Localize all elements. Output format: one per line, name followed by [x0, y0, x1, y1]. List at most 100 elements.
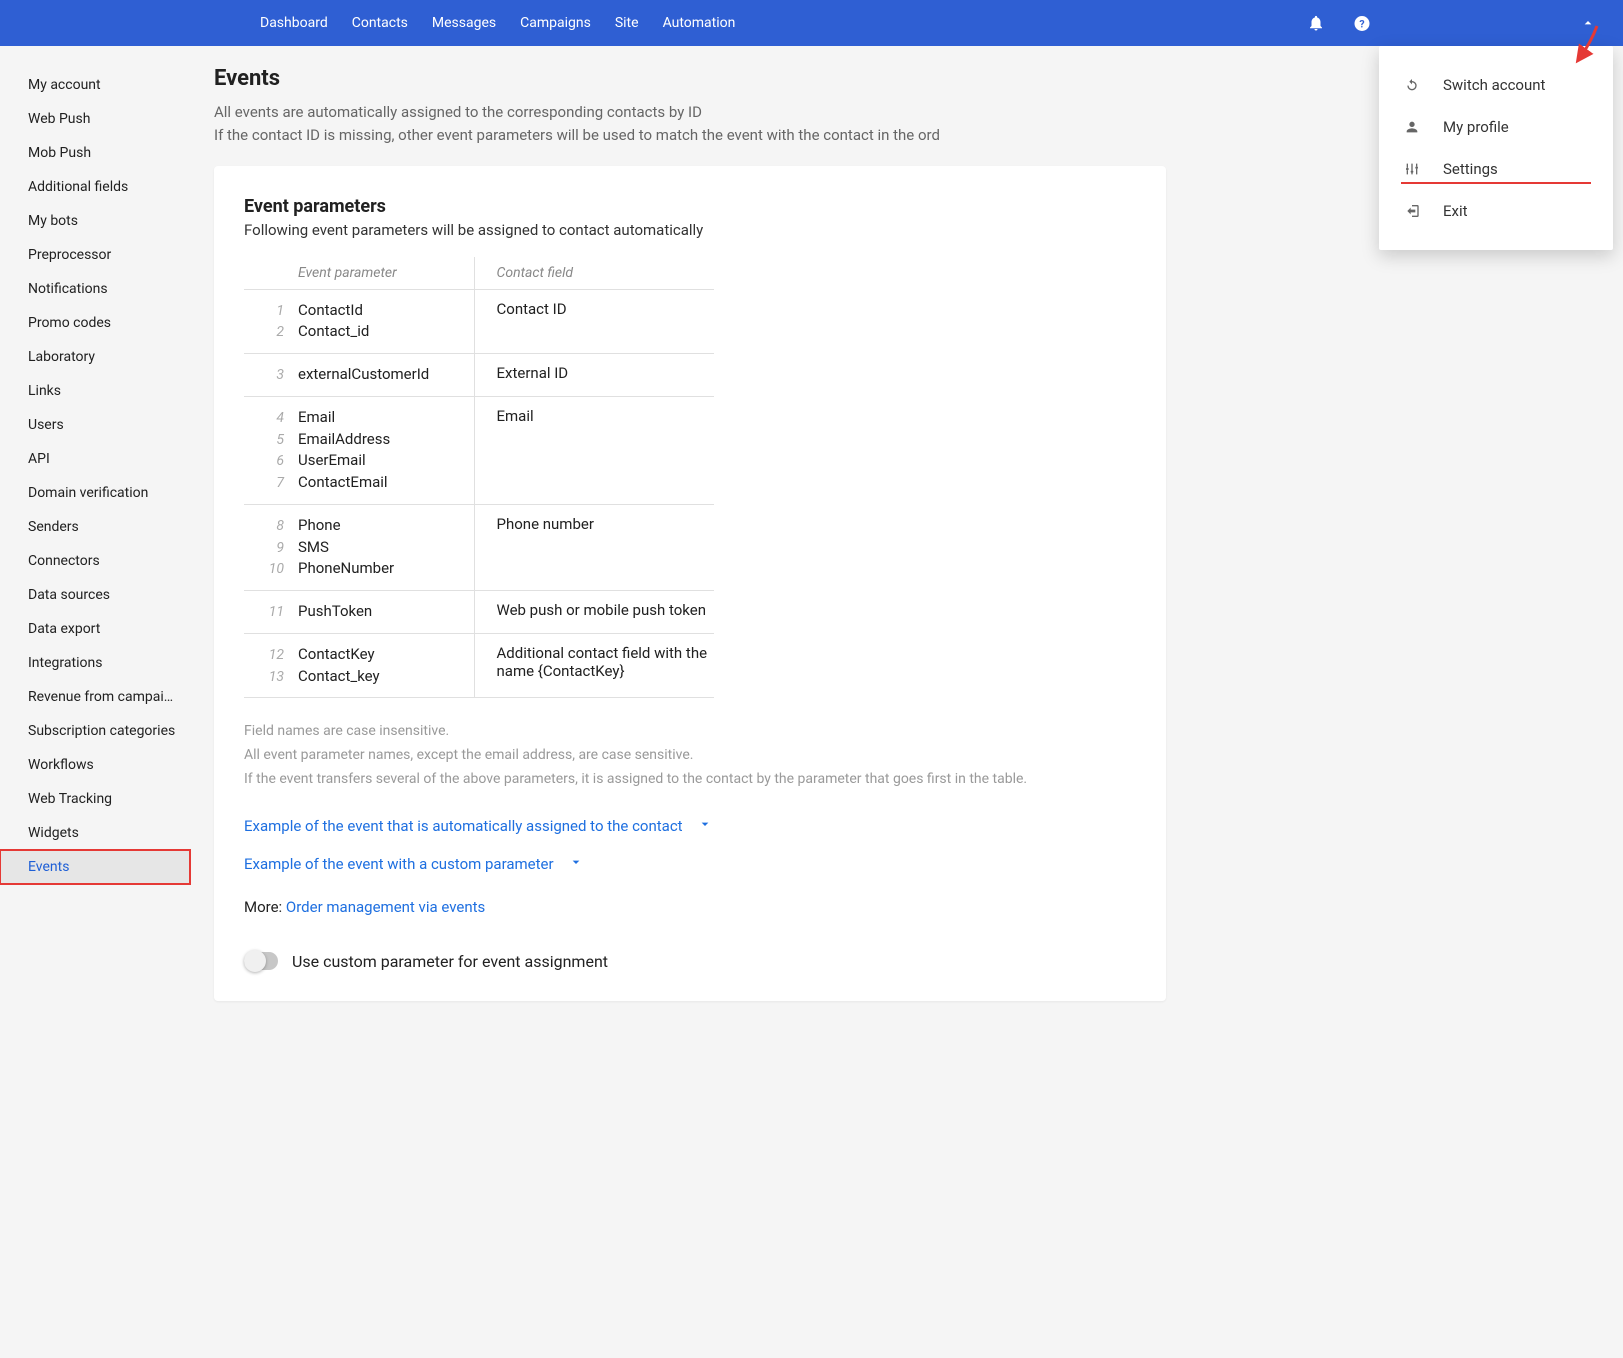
sidebar-item-events[interactable]: Events — [0, 850, 190, 884]
top-nav: Dashboard Contacts Messages Campaigns Site Au… — [0, 0, 1623, 46]
table-row: 3externalCustomerIdExternal ID — [244, 354, 714, 397]
custom-parameter-toggle-row: Use custom parameter for event assignmen… — [244, 952, 1136, 971]
row-index: 9 — [244, 538, 284, 558]
sidebar-item-web-tracking[interactable]: Web Tracking — [0, 782, 190, 816]
event-parameter-name: SMS — [298, 537, 329, 559]
note-text: Field names are case insensitive. — [244, 720, 1136, 744]
custom-parameter-toggle[interactable] — [244, 952, 278, 970]
event-parameter-cell: 4Email5EmailAddress6UserEmail7ContactEma… — [244, 396, 474, 504]
account-dropdown: Switch account My profile Settings Exit — [1379, 46, 1613, 250]
event-parameter-name: ContactKey — [298, 644, 375, 666]
help-icon[interactable]: ? — [1353, 14, 1371, 32]
sidebar-item-subscription-categories[interactable]: Subscription categories — [0, 714, 190, 748]
sidebar-item-revenue-from-campaig[interactable]: Revenue from campaig… — [0, 680, 190, 714]
bell-icon[interactable] — [1307, 14, 1325, 32]
table-row: 8Phone9SMS10PhoneNumberPhone number — [244, 504, 714, 590]
event-parameter-name: Contact_key — [298, 666, 380, 688]
event-parameters-table: Event parameter Contact field 1ContactId… — [244, 257, 714, 699]
nav-link-site[interactable]: Site — [615, 15, 639, 31]
row-index: 11 — [244, 602, 284, 622]
dropdown-item-label: Exit — [1443, 202, 1468, 220]
card-title: Event parameters — [244, 196, 1136, 217]
annotation-underline — [1401, 182, 1591, 184]
accordion-label: Example of the event that is automatical… — [244, 817, 683, 835]
dropdown-item-label: Switch account — [1443, 76, 1545, 94]
sidebar-item-web-push[interactable]: Web Push — [0, 102, 190, 136]
contact-field-cell: Phone number — [474, 504, 714, 590]
note-text: If the event transfers several of the ab… — [244, 768, 1136, 792]
sidebar-item-preprocessor[interactable]: Preprocessor — [0, 238, 190, 272]
event-parameter-name: PushToken — [298, 601, 372, 623]
row-index: 13 — [244, 667, 284, 687]
sidebar-item-laboratory[interactable]: Laboratory — [0, 340, 190, 374]
sidebar-item-data-export[interactable]: Data export — [0, 612, 190, 646]
event-parameter-name: Email — [298, 407, 335, 429]
exit-icon — [1403, 202, 1421, 220]
user-icon — [1403, 118, 1421, 136]
svg-text:?: ? — [1359, 17, 1364, 30]
page-desc-line2: If the contact ID is missing, other even… — [214, 126, 940, 144]
event-parameter-name: PhoneNumber — [298, 558, 394, 580]
sidebar-item-my-account[interactable]: My account — [0, 68, 190, 102]
top-nav-right: ? — [1307, 14, 1603, 32]
sidebar-item-senders[interactable]: Senders — [0, 510, 190, 544]
table-row: 4Email5EmailAddress6UserEmail7ContactEma… — [244, 396, 714, 504]
nav-link-automation[interactable]: Automation — [663, 15, 736, 31]
sidebar-item-notifications[interactable]: Notifications — [0, 272, 190, 306]
page-description: All events are automatically assigned to… — [214, 101, 1166, 148]
event-parameter-cell: 1ContactId2Contact_id — [244, 289, 474, 354]
event-parameters-card: Event parameters Following event paramet… — [214, 166, 1166, 1001]
sidebar-item-api[interactable]: API — [0, 442, 190, 476]
table-row: 11 PushToken Web push or mobile push token — [244, 591, 714, 634]
dropdown-item-label: My profile — [1443, 118, 1509, 136]
event-parameter-cell: 12 ContactKey 13 Contact_key — [244, 633, 474, 698]
sidebar-item-workflows[interactable]: Workflows — [0, 748, 190, 782]
note-text: All event parameter names, except the em… — [244, 744, 1136, 768]
sidebar-item-domain-verification[interactable]: Domain verification — [0, 476, 190, 510]
top-nav-links: Dashboard Contacts Messages Campaigns Site Au… — [260, 15, 735, 31]
accordion-custom-parameter[interactable]: Example of the event with a custom param… — [244, 854, 1136, 874]
sidebar-item-my-bots[interactable]: My bots — [0, 204, 190, 238]
row-index: 12 — [244, 645, 284, 665]
chevron-up-icon[interactable] — [1579, 14, 1597, 32]
contact-field-cell: Web push or mobile push token — [474, 591, 714, 634]
accordion-auto-assigned[interactable]: Example of the event that is automatical… — [244, 816, 1136, 836]
sidebar-item-connectors[interactable]: Connectors — [0, 544, 190, 578]
contact-field-cell: Contact ID — [474, 289, 714, 354]
row-index: 2 — [244, 322, 284, 342]
event-parameter-cell: 8Phone9SMS10PhoneNumber — [244, 504, 474, 590]
nav-link-campaigns[interactable]: Campaigns — [520, 15, 591, 31]
sidebar-item-widgets[interactable]: Widgets — [0, 816, 190, 850]
more-link[interactable]: Order management via events — [286, 898, 485, 916]
event-parameter-name: ContactId — [298, 300, 363, 322]
dropdown-item-switch-account[interactable]: Switch account — [1379, 64, 1613, 106]
event-parameter-name: Contact_id — [298, 321, 369, 343]
row-index: 7 — [244, 473, 284, 493]
more-label: More: — [244, 898, 282, 916]
event-parameter-name: EmailAddress — [298, 429, 390, 451]
contact-field-cell: Additional contact field with the name {… — [474, 633, 714, 698]
chevron-down-icon — [697, 816, 713, 836]
dropdown-item-label: Settings — [1443, 160, 1498, 178]
accordion-label: Example of the event with a custom param… — [244, 855, 554, 873]
sidebar-item-integrations[interactable]: Integrations — [0, 646, 190, 680]
event-parameter-name: UserEmail — [298, 450, 366, 472]
row-index: 10 — [244, 559, 284, 579]
nav-link-dashboard[interactable]: Dashboard — [260, 15, 328, 31]
nav-link-contacts[interactable]: Contacts — [352, 15, 408, 31]
sidebar-item-additional-fields[interactable]: Additional fields — [0, 170, 190, 204]
sidebar-item-promo-codes[interactable]: Promo codes — [0, 306, 190, 340]
sidebar-item-links[interactable]: Links — [0, 374, 190, 408]
event-parameter-cell: 3externalCustomerId — [244, 354, 474, 397]
row-index: 5 — [244, 430, 284, 450]
nav-link-messages[interactable]: Messages — [432, 15, 496, 31]
table-row: 1ContactId2Contact_idContact ID — [244, 289, 714, 354]
dropdown-item-my-profile[interactable]: My profile — [1379, 106, 1613, 148]
page-title: Events — [214, 66, 1166, 91]
sidebar-item-mob-push[interactable]: Mob Push — [0, 136, 190, 170]
dropdown-item-exit[interactable]: Exit — [1379, 190, 1613, 232]
sidebar-item-data-sources[interactable]: Data sources — [0, 578, 190, 612]
sidebar-item-users[interactable]: Users — [0, 408, 190, 442]
row-index: 6 — [244, 451, 284, 471]
page-desc-line1: All events are automatically assigned to… — [214, 103, 702, 121]
